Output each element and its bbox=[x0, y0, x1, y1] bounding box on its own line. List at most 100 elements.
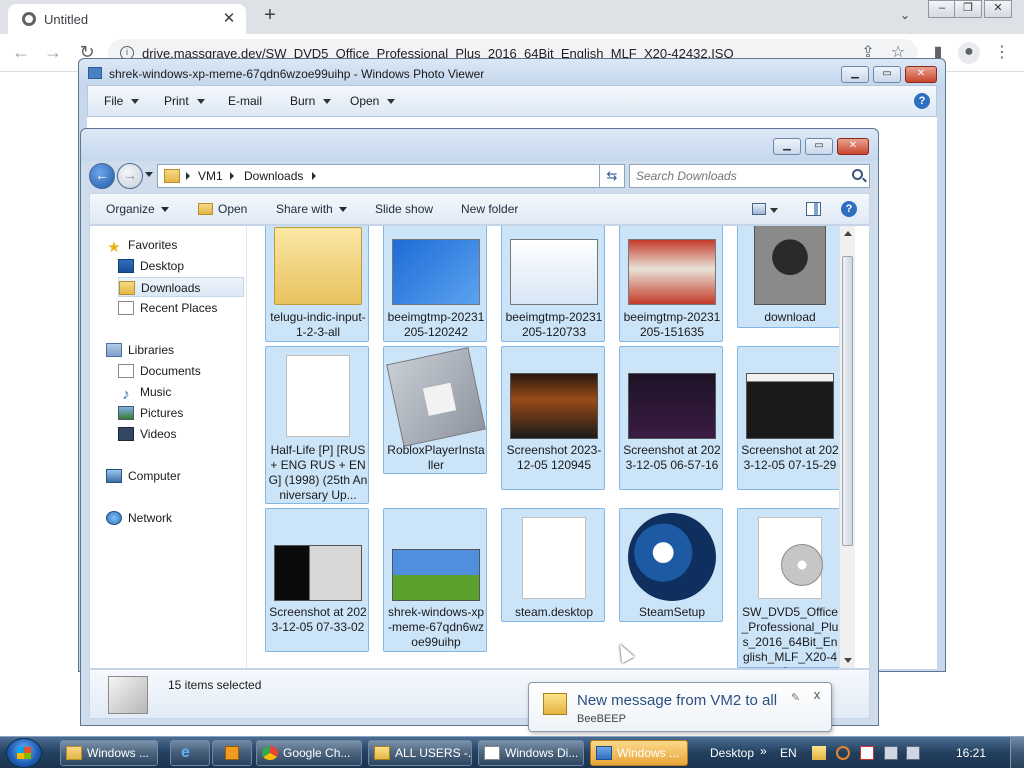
search-downloads-box[interactable] bbox=[629, 164, 870, 188]
new-tab-button[interactable]: + bbox=[258, 4, 282, 28]
refresh-button[interactable]: ⇆ bbox=[599, 164, 625, 188]
file-item[interactable]: SW_DVD5_Office_Professional_Plus_2016_64… bbox=[737, 508, 841, 668]
help-icon[interactable]: ? bbox=[841, 201, 857, 217]
breadcrumb-arrow-icon[interactable] bbox=[230, 172, 234, 180]
open-button[interactable]: Open bbox=[198, 202, 247, 216]
browser-menu-button[interactable]: ⋮ bbox=[992, 43, 1012, 63]
nav-favorites[interactable]: ★ Favorites bbox=[106, 235, 246, 255]
file-item[interactable]: Screenshot 2023-12-05 120945 bbox=[501, 346, 605, 490]
beebeep-tray-icon[interactable] bbox=[812, 746, 826, 760]
breadcrumb-arrow-icon[interactable] bbox=[186, 172, 190, 180]
nav-documents[interactable]: Documents bbox=[118, 361, 244, 381]
network-tray-icon[interactable] bbox=[884, 746, 898, 760]
slide-show-button[interactable]: Slide show bbox=[375, 202, 433, 216]
pv-menu-file[interactable]: File bbox=[104, 94, 140, 108]
back-button[interactable]: ← bbox=[10, 42, 32, 64]
file-item[interactable]: Half-Life [P] [RUS + ENG RUS + ENG] (199… bbox=[265, 346, 369, 504]
start-button[interactable] bbox=[6, 738, 42, 768]
show-desktop-button[interactable] bbox=[1010, 737, 1024, 768]
nav-pictures[interactable]: Pictures bbox=[118, 403, 244, 423]
browser-minimize-button[interactable]: – bbox=[928, 0, 956, 18]
nav-desktop[interactable]: Desktop bbox=[118, 256, 244, 276]
pv-menu-print[interactable]: Print bbox=[164, 94, 205, 108]
nav-music[interactable]: ♪ Music bbox=[118, 382, 244, 402]
libraries-icon bbox=[106, 343, 122, 357]
file-item[interactable]: shrek-windows-xp-meme-67qdn6wzoe99uihp bbox=[383, 508, 487, 652]
explorer-address-bar[interactable]: VM1 Downloads bbox=[157, 164, 625, 188]
taskbar-explorer[interactable]: Windows ... bbox=[60, 740, 158, 766]
organize-button[interactable]: Organize bbox=[106, 202, 169, 216]
desktop-toolbar[interactable]: Desktop bbox=[710, 746, 754, 760]
change-view-icon[interactable] bbox=[752, 203, 766, 215]
new-folder-button[interactable]: New folder bbox=[461, 202, 518, 216]
pv-menu-burn[interactable]: Burn bbox=[290, 94, 332, 108]
file-item[interactable]: steam.desktop bbox=[501, 508, 605, 622]
share-with-button[interactable]: Share with bbox=[276, 202, 347, 216]
scroll-down-icon[interactable] bbox=[844, 658, 852, 663]
clock[interactable]: 16:21 bbox=[956, 746, 986, 760]
file-item[interactable]: SteamSetup bbox=[619, 508, 723, 622]
notification-title[interactable]: New message from VM2 to all bbox=[577, 692, 777, 709]
breadcrumb-downloads[interactable]: Downloads bbox=[244, 169, 303, 183]
recent-pages-chevron-icon[interactable] bbox=[145, 172, 153, 177]
help-icon[interactable]: ? bbox=[914, 93, 930, 109]
ex-close-button[interactable]: ✕ bbox=[837, 138, 869, 155]
explorer-forward-button[interactable]: → bbox=[117, 163, 143, 189]
file-item[interactable]: download bbox=[737, 226, 841, 328]
file-list-scrollbar[interactable] bbox=[839, 226, 855, 668]
nav-computer[interactable]: Computer bbox=[106, 466, 246, 486]
forward-button[interactable]: → bbox=[42, 42, 64, 64]
ex-minimize-button[interactable]: ▁ bbox=[773, 138, 801, 155]
browser-tab[interactable]: Untitled ✕ bbox=[8, 4, 246, 34]
search-tray-icon[interactable] bbox=[836, 746, 850, 760]
scrollbar-thumb[interactable] bbox=[842, 256, 853, 546]
taskbar-windows-disc[interactable]: Windows Di... bbox=[478, 740, 584, 766]
browser-close-button[interactable]: ✕ bbox=[984, 0, 1012, 18]
nav-videos[interactable]: Videos bbox=[118, 424, 244, 444]
file-item[interactable]: Screenshot at 2023-12-05 06-57-16 bbox=[619, 346, 723, 490]
file-item[interactable]: beeimgtmp-20231205-120733 bbox=[501, 226, 605, 342]
search-icon[interactable] bbox=[852, 169, 863, 180]
notification-close-button[interactable]: x bbox=[809, 687, 825, 703]
file-list-view[interactable]: telugu-indic-input-1-2-3-all beeimgtmp-2… bbox=[250, 226, 855, 668]
scroll-up-icon[interactable] bbox=[844, 231, 852, 236]
file-item[interactable]: Screenshot at 2023-12-05 07-33-02 bbox=[265, 508, 369, 652]
nav-downloads[interactable]: Downloads bbox=[118, 277, 244, 297]
nav-network[interactable]: Network bbox=[106, 508, 246, 528]
file-item[interactable]: RobloxPlayerInstaller bbox=[383, 346, 487, 474]
pv-minimize-button[interactable]: ▁ bbox=[841, 66, 869, 83]
nav-libraries[interactable]: Libraries bbox=[106, 340, 246, 360]
taskbar-media-player[interactable] bbox=[212, 740, 252, 766]
search-input[interactable] bbox=[636, 168, 841, 184]
breadcrumb-arrow-icon[interactable] bbox=[312, 172, 316, 180]
pv-menu-email[interactable]: E-mail bbox=[228, 94, 262, 108]
browser-restore-button[interactable]: ❐ bbox=[954, 0, 982, 18]
volume-muted-icon[interactable] bbox=[906, 746, 920, 760]
pv-close-button[interactable]: ✕ bbox=[905, 66, 937, 83]
explorer-titlebar[interactable]: ▁ ▭ ✕ bbox=[81, 129, 878, 161]
toolbar-overflow-button[interactable]: » bbox=[760, 744, 767, 758]
view-options-chevron-icon[interactable] bbox=[770, 208, 778, 213]
beebeep-notification[interactable]: New message from VM2 to all BeeBEEP ✎ x bbox=[528, 682, 832, 732]
pin-icon[interactable]: ✎ bbox=[791, 691, 800, 704]
file-item[interactable]: Screenshot at 2023-12-05 07-15-29 bbox=[737, 346, 841, 490]
ex-maximize-button[interactable]: ▭ bbox=[805, 138, 833, 155]
taskbar-internet-explorer[interactable]: e bbox=[170, 740, 210, 766]
file-item[interactable]: telugu-indic-input-1-2-3-all bbox=[265, 226, 369, 342]
tab-close-button[interactable]: ✕ bbox=[220, 10, 238, 28]
language-indicator[interactable]: EN bbox=[780, 746, 797, 760]
breadcrumb-vm1[interactable]: VM1 bbox=[198, 169, 223, 183]
action-center-icon[interactable] bbox=[860, 746, 874, 760]
pv-menu-open[interactable]: Open bbox=[350, 94, 396, 108]
taskbar-photo-viewer[interactable]: Windows ... bbox=[590, 740, 688, 766]
profile-avatar[interactable]: ● bbox=[958, 42, 980, 64]
explorer-back-button[interactable]: ← bbox=[89, 163, 115, 189]
nav-recent-places[interactable]: Recent Places bbox=[118, 298, 244, 318]
file-item[interactable]: beeimgtmp-20231205-120242 bbox=[383, 226, 487, 342]
preview-pane-icon[interactable] bbox=[806, 202, 821, 216]
pv-maximize-button[interactable]: ▭ bbox=[873, 66, 901, 83]
file-item[interactable]: beeimgtmp-20231205-151635 bbox=[619, 226, 723, 342]
taskbar-chrome[interactable]: Google Ch... bbox=[256, 740, 362, 766]
tab-search-button[interactable]: ⌄ bbox=[895, 8, 915, 26]
taskbar-all-users[interactable]: ALL USERS -... bbox=[368, 740, 472, 766]
